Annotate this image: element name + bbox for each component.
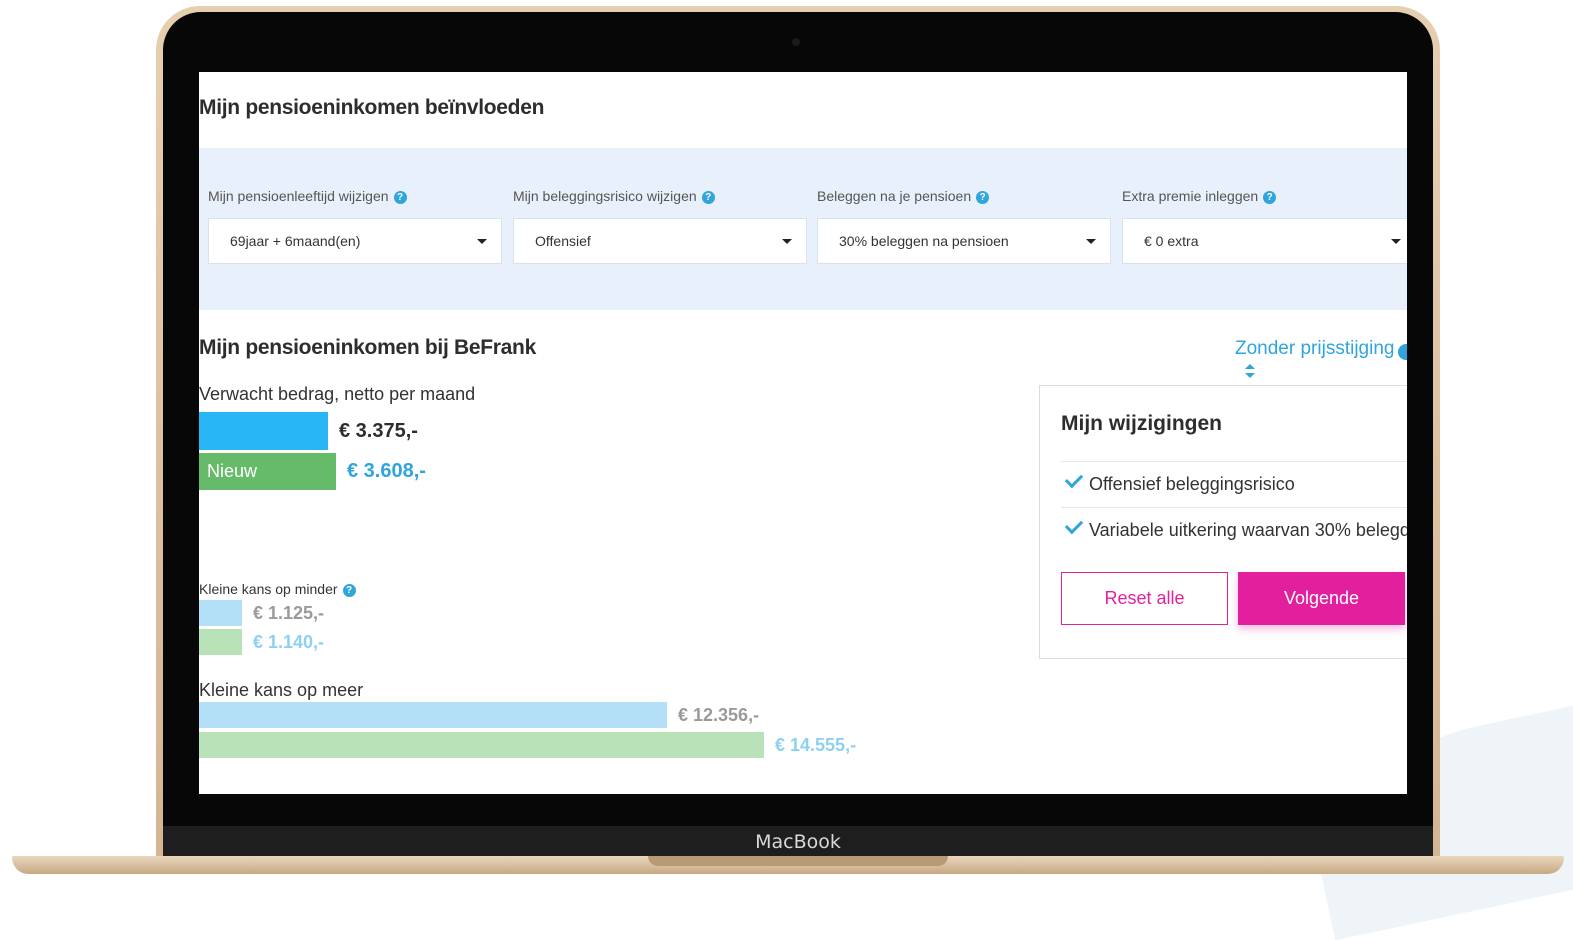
laptop-brand-label: MacBook (755, 831, 841, 853)
reset-all-button[interactable]: Reset alle (1061, 572, 1228, 625)
chevron-down-icon (1086, 239, 1096, 244)
change-text: Offensief beleggingsrisico (1089, 474, 1295, 494)
expected-caption: Verwacht bedrag, netto per maand (199, 384, 476, 404)
investment-risk-select[interactable]: Offensief (513, 218, 807, 264)
select-value: Offensief (535, 233, 591, 249)
next-button[interactable]: Volgende (1238, 572, 1405, 625)
help-icon[interactable]: ? (1263, 190, 1277, 204)
high-chance-caption: Kleine kans op meer (199, 680, 364, 700)
expected-current-amount: € 3.375,- (339, 420, 418, 442)
low-new-amount: € 1.140,- (253, 632, 325, 652)
low-chance-caption: Kleine kans op minder? (199, 581, 356, 597)
expected-new-bar: Nieuw (199, 453, 336, 490)
info-icon[interactable] (1398, 344, 1407, 360)
extra-premium-select[interactable]: € 0 extra (1122, 218, 1407, 264)
app-screen: Mijn pensioeninkomen beïnvloeden Mijn pe… (199, 72, 1407, 794)
low-new-bar (199, 629, 242, 655)
influence-section-title: Mijn pensioeninkomen beïnvloeden (199, 96, 545, 119)
changes-title: Mijn wijzigingen (1061, 412, 1222, 435)
help-icon[interactable]: ? (976, 190, 990, 204)
chevron-down-icon (782, 239, 792, 244)
laptop-notch (648, 856, 948, 866)
expected-new-amount: € 3.608,- (347, 460, 426, 482)
change-item: Offensief beleggingsrisico (1061, 461, 1407, 507)
price-increase-toggle[interactable]: Zonder prijsstijging (1235, 338, 1407, 382)
help-icon[interactable]: ? (342, 583, 356, 597)
select-value: € 0 extra (1144, 233, 1199, 249)
high-new-amount: € 14.555,- (775, 735, 857, 755)
low-current-amount: € 1.125,- (253, 603, 325, 623)
camera-icon (792, 38, 800, 46)
sort-icon (1245, 363, 1255, 378)
field-label: Beleggen na je pensioen (817, 188, 972, 204)
changes-panel: Mijn wijzigingen Offensief beleggingsris… (1039, 385, 1407, 659)
change-item: Variabele uitkering waarvan 30% belegd (1061, 507, 1407, 553)
income-section-title: Mijn pensioeninkomen bij BeFrank (199, 336, 536, 359)
field-invest-after-retirement: Beleggen na je pensioen? 30% beleggen na… (817, 186, 1111, 264)
change-text: Variabele uitkering waarvan 30% belegd (1089, 520, 1407, 540)
expected-current-bar (199, 412, 328, 450)
low-current-bar (199, 600, 242, 626)
check-icon (1064, 469, 1084, 489)
select-value: 69jaar + 6maand(en) (230, 233, 361, 249)
check-icon (1064, 515, 1084, 535)
high-current-amount: € 12.356,- (678, 705, 760, 725)
high-current-bar (199, 702, 667, 728)
high-new-bar (199, 732, 764, 758)
low-chance-text: Kleine kans op minder (199, 581, 338, 597)
help-icon[interactable]: ? (701, 190, 715, 204)
new-badge: Nieuw (207, 461, 258, 481)
invest-after-retirement-select[interactable]: 30% beleggen na pensioen (817, 218, 1111, 264)
field-investment-risk: Mijn beleggingsrisico wijzigen? Offensie… (513, 186, 807, 264)
retirement-age-select[interactable]: 69jaar + 6maand(en) (208, 218, 502, 264)
select-value: 30% beleggen na pensioen (839, 233, 1009, 249)
field-label: Mijn pensioenleeftijd wijzigen (208, 188, 389, 204)
field-label: Mijn beleggingsrisico wijzigen (513, 188, 697, 204)
field-extra-premium: Extra premie inleggen? € 0 extra (1122, 186, 1407, 264)
field-label: Extra premie inleggen (1122, 188, 1259, 204)
toggle-label: Zonder prijsstijging (1235, 338, 1395, 359)
chevron-down-icon (477, 239, 487, 244)
field-retirement-age: Mijn pensioenleeftijd wijzigen? 69jaar +… (208, 186, 502, 264)
help-icon[interactable]: ? (393, 190, 407, 204)
chevron-down-icon (1391, 239, 1401, 244)
